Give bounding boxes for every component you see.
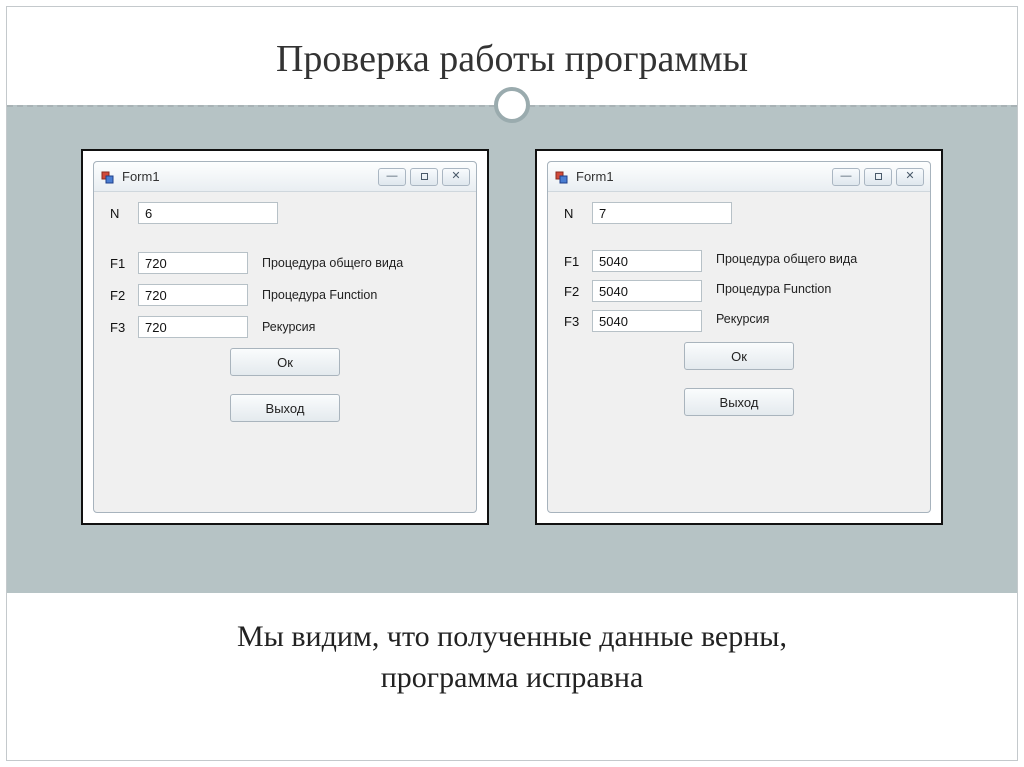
exit-button[interactable]: Выход	[230, 394, 340, 422]
f1-label: F1	[110, 256, 138, 271]
f-block: F1 Процедура общего вида F2 Процедура Fu…	[564, 252, 914, 332]
form-icon	[100, 169, 116, 185]
exit-button-label: Выход	[720, 395, 759, 410]
window-form1-left: Form1 — ✕ N F1 Пр	[93, 161, 477, 513]
titlebar[interactable]: Form1 — ✕	[94, 162, 476, 192]
maximize-button[interactable]	[410, 168, 438, 186]
f2-side-label: Процедура Function	[262, 288, 377, 302]
caption-area: Мы видим, что полученные данные верны, п…	[7, 593, 1017, 698]
n-label: N	[110, 206, 138, 221]
close-button[interactable]: ✕	[442, 168, 470, 186]
window-controls: — ✕	[378, 168, 470, 186]
f1-side-label: Процедура общего вида	[716, 252, 857, 266]
ok-button-row: Ок	[110, 348, 460, 376]
f2-input[interactable]	[138, 284, 248, 306]
caption-line-2: программа исправна	[381, 661, 644, 694]
minimize-icon: —	[387, 171, 398, 182]
maximize-icon	[875, 173, 882, 180]
row-f2: F2 Процедура Function	[110, 284, 460, 306]
caption-text: Мы видим, что полученные данные верны, п…	[67, 617, 957, 698]
f3-label: F3	[564, 314, 592, 329]
row-f3: F3 Рекурсия	[110, 316, 460, 338]
minimize-button[interactable]: —	[378, 168, 406, 186]
f3-input[interactable]	[138, 316, 248, 338]
minimize-icon: —	[841, 171, 852, 182]
close-icon: ✕	[905, 171, 914, 182]
f3-input[interactable]	[592, 310, 702, 332]
f3-label: F3	[110, 320, 138, 335]
ok-button-row: Ок	[564, 342, 914, 370]
ok-button-label: Ок	[731, 349, 747, 364]
content-area: Form1 — ✕ N F1 Пр	[7, 105, 1017, 593]
window-title: Form1	[122, 169, 378, 184]
f2-side-label: Процедура Function	[716, 282, 831, 296]
titlebar[interactable]: Form1 — ✕	[548, 162, 930, 192]
slide-title: Проверка работы программы	[7, 37, 1017, 81]
maximize-button[interactable]	[864, 168, 892, 186]
f3-side-label: Рекурсия	[262, 320, 315, 334]
exit-button[interactable]: Выход	[684, 388, 794, 416]
caption-line-1: Мы видим, что полученные данные верны,	[237, 620, 787, 653]
f1-side-label: Процедура общего вида	[262, 256, 403, 270]
minimize-button[interactable]: —	[832, 168, 860, 186]
f2-label: F2	[564, 284, 592, 299]
window-form1-right: Form1 — ✕ N F1	[547, 161, 931, 513]
window-controls: — ✕	[832, 168, 924, 186]
f2-input[interactable]	[592, 280, 702, 302]
slide: Проверка работы программы Form1 — ✕	[6, 6, 1018, 761]
row-n: N	[564, 202, 914, 224]
screenshot-frame-2: Form1 — ✕ N F1	[535, 149, 943, 525]
ok-button-label: Ок	[277, 355, 293, 370]
exit-button-row: Выход	[110, 394, 460, 422]
f2-label: F2	[110, 288, 138, 303]
exit-button-label: Выход	[266, 401, 305, 416]
f1-input[interactable]	[592, 250, 702, 272]
f1-input[interactable]	[138, 252, 248, 274]
maximize-icon	[421, 173, 428, 180]
window-body: N F1 Процедура общего вида F2 Процедура …	[94, 192, 476, 512]
f3-side-label: Рекурсия	[716, 312, 769, 326]
close-icon: ✕	[451, 171, 460, 182]
row-f3: F3 Рекурсия	[564, 312, 914, 332]
row-f1: F1 Процедура общего вида	[110, 252, 460, 274]
n-label: N	[564, 206, 592, 221]
ok-button[interactable]: Ок	[684, 342, 794, 370]
row-f2: F2 Процедура Function	[564, 282, 914, 302]
screenshot-frame-1: Form1 — ✕ N F1 Пр	[81, 149, 489, 525]
window-title: Form1	[576, 169, 832, 184]
close-button[interactable]: ✕	[896, 168, 924, 186]
row-f1: F1 Процедура общего вида	[564, 252, 914, 272]
n-input[interactable]	[592, 202, 732, 224]
ok-button[interactable]: Ок	[230, 348, 340, 376]
n-input[interactable]	[138, 202, 278, 224]
row-n: N	[110, 202, 460, 224]
divider-ring-icon	[494, 87, 530, 123]
window-body: N F1 Процедура общего вида F2	[548, 192, 930, 512]
exit-button-row: Выход	[564, 388, 914, 416]
f1-label: F1	[564, 254, 592, 269]
form-icon	[554, 169, 570, 185]
